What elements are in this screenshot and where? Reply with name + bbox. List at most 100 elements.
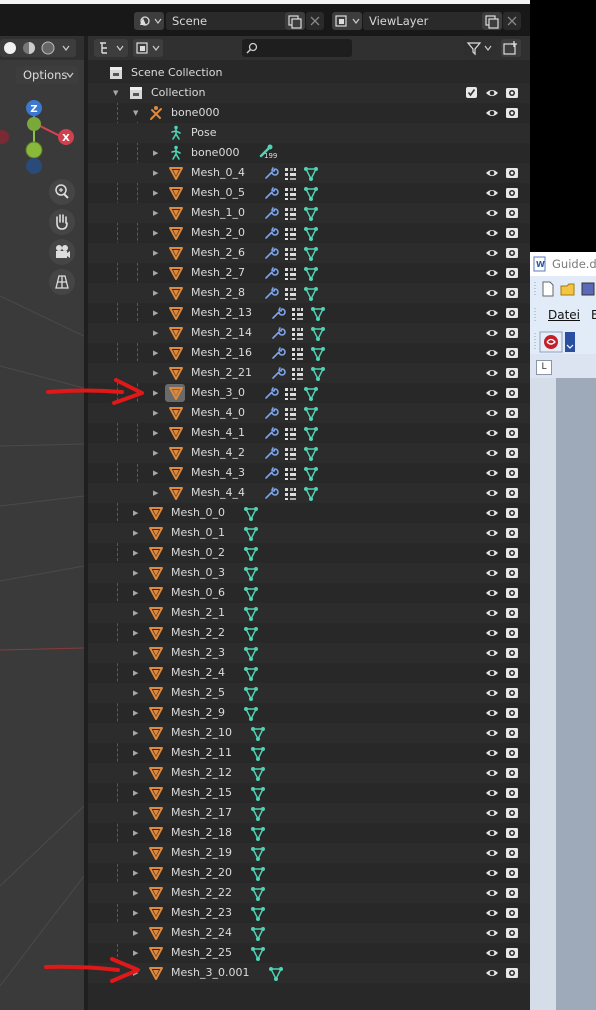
expand-toggle[interactable]: ▶ bbox=[133, 603, 138, 623]
outliner-mesh-object[interactable]: ▶ Mesh_2_13 bbox=[88, 303, 530, 323]
eye-icon[interactable] bbox=[485, 726, 499, 743]
outliner-mesh-object[interactable]: ▶ Mesh_2_8 bbox=[88, 283, 530, 303]
expand-toggle[interactable]: ▶ bbox=[133, 703, 138, 723]
outliner-mesh-object[interactable]: ▶ Mesh_4_2 bbox=[88, 443, 530, 463]
pdf-toolbar[interactable] bbox=[534, 331, 582, 353]
eye-icon[interactable] bbox=[485, 886, 499, 903]
expand-toggle[interactable]: ▶ bbox=[133, 503, 138, 523]
eye-icon[interactable] bbox=[485, 646, 499, 663]
expand-toggle[interactable]: ▶ bbox=[153, 203, 158, 223]
scene-name-field[interactable]: Scene bbox=[166, 12, 288, 30]
eye-icon[interactable] bbox=[485, 686, 499, 703]
expand-toggle[interactable]: ▶ bbox=[133, 923, 138, 943]
outliner-mesh-object[interactable]: ▶ Mesh_0_4 bbox=[88, 163, 530, 183]
eye-icon[interactable] bbox=[485, 506, 499, 523]
expand-toggle[interactable]: ▶ bbox=[133, 863, 138, 883]
eye-icon[interactable] bbox=[485, 86, 499, 103]
expand-toggle[interactable]: ▶ bbox=[133, 583, 138, 603]
expand-toggle[interactable]: ▶ bbox=[153, 363, 158, 383]
camera-render-icon[interactable] bbox=[505, 446, 519, 463]
eye-icon[interactable] bbox=[485, 386, 499, 403]
eye-icon[interactable] bbox=[485, 246, 499, 263]
camera-render-icon[interactable] bbox=[505, 726, 519, 743]
camera-render-icon[interactable] bbox=[505, 886, 519, 903]
options-dropdown[interactable]: Options bbox=[16, 66, 78, 84]
eye-icon[interactable] bbox=[485, 846, 499, 863]
eye-icon[interactable] bbox=[485, 266, 499, 283]
camera-render-icon[interactable] bbox=[505, 526, 519, 543]
outliner-mesh-object[interactable]: ▶ Mesh_2_16 bbox=[88, 343, 530, 363]
collapse-toggle[interactable]: ▼ bbox=[133, 103, 138, 123]
expand-toggle[interactable]: ▶ bbox=[153, 483, 158, 503]
eye-icon[interactable] bbox=[485, 306, 499, 323]
outliner-mesh-object[interactable]: ▶ Mesh_2_24 bbox=[88, 923, 530, 943]
outliner-mesh-object[interactable]: ▶ Mesh_2_1 bbox=[88, 603, 530, 623]
camera-render-icon[interactable] bbox=[505, 306, 519, 323]
eye-icon[interactable] bbox=[485, 866, 499, 883]
camera-render-icon[interactable] bbox=[505, 686, 519, 703]
expand-toggle[interactable]: ▶ bbox=[133, 523, 138, 543]
camera-render-icon[interactable] bbox=[505, 846, 519, 863]
expand-toggle[interactable]: ▶ bbox=[133, 843, 138, 863]
outliner-mesh-object[interactable]: ▶ Mesh_1_0 bbox=[88, 203, 530, 223]
eye-icon[interactable] bbox=[485, 586, 499, 603]
outliner-armature-data[interactable]: ▶ bone000 199 bbox=[88, 143, 530, 163]
new-viewlayer-button[interactable] bbox=[482, 12, 502, 30]
expand-toggle[interactable]: ▶ bbox=[153, 243, 158, 263]
collapse-toggle[interactable]: ▼ bbox=[113, 83, 118, 103]
outliner-mesh-object[interactable]: ▶ Mesh_2_14 bbox=[88, 323, 530, 343]
shading-mode-buttons[interactable] bbox=[0, 39, 76, 57]
navigation-gizmo[interactable]: Z X bbox=[0, 96, 84, 180]
eye-icon[interactable] bbox=[485, 106, 499, 123]
expand-toggle[interactable]: ▶ bbox=[133, 643, 138, 663]
eye-icon[interactable] bbox=[485, 766, 499, 783]
expand-toggle[interactable]: ▶ bbox=[133, 763, 138, 783]
eye-icon[interactable] bbox=[485, 486, 499, 503]
camera-render-icon[interactable] bbox=[505, 646, 519, 663]
expand-toggle[interactable]: ▶ bbox=[153, 403, 158, 423]
expand-toggle[interactable]: ▶ bbox=[133, 883, 138, 903]
outliner-mesh-object[interactable]: ▶ Mesh_0_1 bbox=[88, 523, 530, 543]
outliner-mesh-object[interactable]: ▶ Mesh_2_0 bbox=[88, 223, 530, 243]
eye-icon[interactable] bbox=[485, 446, 499, 463]
camera-render-icon[interactable] bbox=[505, 486, 519, 503]
camera-render-icon[interactable] bbox=[505, 606, 519, 623]
outliner-mesh-object[interactable]: ▶ Mesh_0_2 bbox=[88, 543, 530, 563]
camera-render-icon[interactable] bbox=[505, 866, 519, 883]
expand-toggle[interactable]: ▶ bbox=[153, 223, 158, 243]
outliner-collection[interactable]: ▼ Collection bbox=[88, 83, 530, 103]
eye-icon[interactable] bbox=[485, 206, 499, 223]
expand-toggle[interactable]: ▶ bbox=[153, 343, 158, 363]
expand-toggle[interactable]: ▶ bbox=[133, 683, 138, 703]
camera-render-icon[interactable] bbox=[505, 786, 519, 803]
tab-stop-selector[interactable]: L bbox=[536, 360, 552, 375]
camera-render-icon[interactable] bbox=[505, 106, 519, 123]
eye-icon[interactable] bbox=[485, 546, 499, 563]
outliner-mesh-object[interactable]: ▶ Mesh_2_3 bbox=[88, 643, 530, 663]
outliner-mesh-object[interactable]: ▶ Mesh_2_2 bbox=[88, 623, 530, 643]
delete-scene-button[interactable] bbox=[306, 12, 324, 30]
word-toolbar-icons[interactable] bbox=[534, 280, 596, 298]
eye-icon[interactable] bbox=[485, 346, 499, 363]
eye-icon[interactable] bbox=[485, 606, 499, 623]
ortho-toggle-button[interactable] bbox=[49, 269, 75, 295]
eye-icon[interactable] bbox=[485, 366, 499, 383]
pan-button[interactable] bbox=[49, 209, 75, 235]
outliner-mesh-object[interactable]: ▶ Mesh_2_11 bbox=[88, 743, 530, 763]
camera-render-icon[interactable] bbox=[505, 366, 519, 383]
camera-render-icon[interactable] bbox=[505, 186, 519, 203]
camera-render-icon[interactable] bbox=[505, 86, 519, 103]
camera-render-icon[interactable] bbox=[505, 546, 519, 563]
eye-icon[interactable] bbox=[485, 426, 499, 443]
outliner-mesh-object[interactable]: ▶ Mesh_0_5 bbox=[88, 183, 530, 203]
outliner-mesh-object[interactable]: ▶ Mesh_0_3 bbox=[88, 563, 530, 583]
camera-view-button[interactable] bbox=[49, 239, 75, 265]
expand-toggle[interactable]: ▶ bbox=[153, 443, 158, 463]
camera-render-icon[interactable] bbox=[505, 466, 519, 483]
expand-toggle[interactable]: ▶ bbox=[153, 283, 158, 303]
outliner-mesh-object[interactable]: ▶ Mesh_3_0 bbox=[88, 383, 530, 403]
expand-toggle[interactable]: ▶ bbox=[133, 663, 138, 683]
outliner-search-input[interactable] bbox=[242, 39, 352, 57]
eye-icon[interactable] bbox=[485, 666, 499, 683]
camera-render-icon[interactable] bbox=[505, 626, 519, 643]
